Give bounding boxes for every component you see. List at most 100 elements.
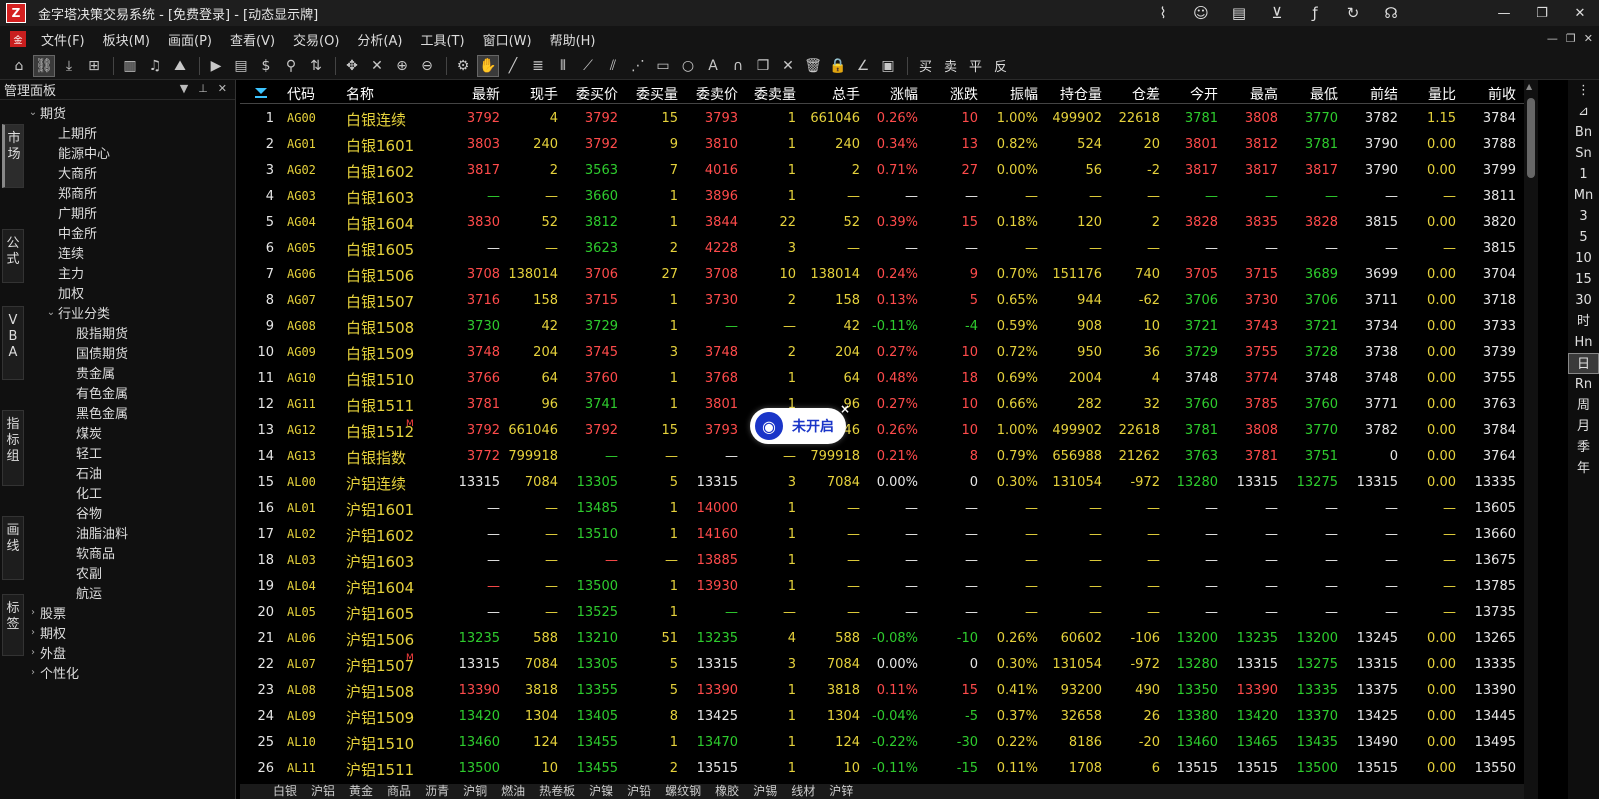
period-月[interactable]: 月: [1568, 416, 1599, 437]
category-tab[interactable]: 热卷板: [532, 784, 582, 798]
table-row[interactable]: 5 AG04 白银1604 3830 52 3812 1 3844 22 52 0.39% 15 0.1…: [240, 210, 1524, 236]
period-年[interactable]: 年: [1568, 458, 1599, 479]
restore-button[interactable]: ❐: [1523, 0, 1561, 26]
table-row[interactable]: 24 AL09 沪铝1509 13420 1304 13405 8 13425 1 1304 -0.…: [240, 704, 1524, 730]
period-季[interactable]: 季: [1568, 437, 1599, 458]
period-3[interactable]: 3: [1568, 206, 1599, 227]
settings-icon[interactable]: ⚙: [452, 55, 474, 77]
collapse-arrow-icon[interactable]: ›: [26, 607, 40, 618]
table-row[interactable]: 1 AG00 白银连续 3792 4 3792 15 3793 1 661046 0.26% 10 1.…: [240, 106, 1524, 132]
grid-icon[interactable]: ⊞: [83, 55, 105, 77]
tree-item[interactable]: ⌄ 期货: [26, 102, 231, 122]
column-header[interactable]: 振幅: [978, 84, 1038, 104]
vtab-2[interactable]: VBA: [2, 306, 24, 380]
panel-close-icon[interactable]: ✕: [218, 82, 227, 95]
column-header[interactable]: 最高: [1218, 84, 1278, 104]
table-row[interactable]: 7 AG06 白银1506 3708 138014 3706 27 3708 10 138014 0…: [240, 262, 1524, 288]
mdi-restore-button[interactable]: ❐: [1566, 32, 1576, 45]
table-row[interactable]: 21 AL06 沪铝1506 13235 588 13210 51 13235 4 588 -0.0…: [240, 626, 1524, 652]
period-Mn[interactable]: Mn: [1568, 185, 1599, 206]
tree-item[interactable]: 国债期货: [26, 342, 231, 362]
column-header[interactable]: 委卖价: [678, 84, 738, 104]
menu-trade[interactable]: 交易(O): [284, 30, 348, 49]
tree-item[interactable]: 广期所: [26, 202, 231, 222]
vtab-4[interactable]: 画线: [2, 516, 24, 580]
tree-item[interactable]: 中金所: [26, 222, 231, 242]
bell-icon[interactable]: ♫: [144, 55, 166, 77]
tree-item[interactable]: 农副: [26, 562, 231, 582]
tree-item[interactable]: 有色金属: [26, 382, 231, 402]
tree-item[interactable]: 连续: [26, 242, 231, 262]
tree-item[interactable]: › 期权: [26, 622, 231, 642]
mdi-close-button[interactable]: ✕: [1584, 32, 1593, 45]
vertical-lines-icon[interactable]: ⦀: [552, 55, 574, 77]
menu-window[interactable]: 窗口(W): [474, 30, 541, 49]
period-周[interactable]: 周: [1568, 395, 1599, 416]
headset-icon[interactable]: ☊: [1379, 1, 1403, 25]
reverse-button[interactable]: 反: [994, 56, 1007, 75]
column-header[interactable]: 最新: [438, 84, 500, 104]
sort-dropdown-icon[interactable]: [255, 88, 267, 94]
column-header[interactable]: 总手: [796, 84, 860, 104]
user-icon[interactable]: ☺: [1189, 1, 1213, 25]
fibonacci-icon[interactable]: ≣: [527, 55, 549, 77]
column-header[interactable]: 委买量: [618, 84, 678, 104]
circle-icon[interactable]: ○: [677, 55, 699, 77]
period-Hn[interactable]: Hn: [1568, 332, 1599, 353]
tree-item[interactable]: 上期所: [26, 122, 231, 142]
tree-item[interactable]: 黑色金属: [26, 402, 231, 422]
menu-screen[interactable]: 画面(P): [159, 30, 221, 49]
column-header[interactable]: 名称: [346, 84, 436, 104]
vtab-3[interactable]: 指标组: [2, 410, 24, 486]
download-icon[interactable]: ⤓: [58, 55, 80, 77]
refresh-icon[interactable]: ↻: [1341, 1, 1365, 25]
menu-file[interactable]: 文件(F): [32, 30, 94, 49]
minimize-button[interactable]: —: [1485, 0, 1523, 26]
table-row[interactable]: 13AG12白银1512M379266104637921537931661046…: [240, 418, 1524, 444]
column-header[interactable]: 涨幅: [858, 84, 918, 104]
category-tab[interactable]: 线材: [784, 784, 822, 798]
column-header[interactable]: 委买价: [558, 84, 618, 104]
tree-item[interactable]: ⌄ 行业分类: [26, 302, 231, 322]
table-row[interactable]: 10 AG09 白银1509 3748 204 3745 3 3748 2 204 0.27% 10 0…: [240, 340, 1524, 366]
copy-icon[interactable]: ❐: [752, 55, 774, 77]
home-icon[interactable]: ⌂: [8, 55, 30, 77]
scroll-up-icon[interactable]: ▲: [1526, 82, 1532, 91]
category-tab[interactable]: 商品: [380, 784, 418, 798]
category-tab[interactable]: 白银: [266, 784, 304, 798]
tree-item[interactable]: 加权: [26, 282, 231, 302]
table-scrollbar[interactable]: ▲: [1524, 80, 1538, 799]
collapse-arrow-icon[interactable]: ›: [26, 627, 40, 638]
candlestick-icon[interactable]: ▥: [119, 55, 141, 77]
column-header[interactable]: 代码: [287, 84, 347, 104]
sort-icon[interactable]: ⇅: [305, 55, 327, 77]
lock-icon[interactable]: 🔒: [827, 55, 849, 77]
period-30[interactable]: 30: [1568, 290, 1599, 311]
column-header[interactable]: 最低: [1278, 84, 1338, 104]
panel-pin-icon[interactable]: ⊥: [198, 82, 208, 95]
table-row[interactable]: 9 AG08 白银1508 3730 42 3729 1 — — 42 -0.11% -4 0.59% 9…: [240, 314, 1524, 340]
pen-icon[interactable]: ∠: [852, 55, 874, 77]
column-header[interactable]: 仓差: [1100, 84, 1160, 104]
notes-icon[interactable]: ▤: [230, 55, 252, 77]
parallel-lines-icon[interactable]: ⫽: [602, 55, 624, 77]
cart-icon[interactable]: ⊻: [1265, 1, 1289, 25]
rectangle-icon[interactable]: ▭: [652, 55, 674, 77]
menu-analysis[interactable]: 分析(A): [348, 30, 411, 49]
table-row[interactable]: 3 AG02 白银1602 3817 2 3563 7 4016 1 2 0.71% 27 0.00% 5…: [240, 158, 1524, 184]
move-icon[interactable]: ✥: [341, 55, 363, 77]
menu-help[interactable]: 帮助(H): [541, 30, 605, 49]
link-icon[interactable]: ⛓: [33, 54, 55, 77]
menu-tools[interactable]: 工具(T): [411, 30, 473, 49]
category-tab[interactable]: 沪镍: [582, 784, 620, 798]
tree-item[interactable]: 主力: [26, 262, 231, 282]
table-row[interactable]: 16 AL01 沪铝1601 — — 13485 1 14000 1 — — — — — — — — — — — 136…: [240, 496, 1524, 522]
period-15[interactable]: 15: [1568, 269, 1599, 290]
category-tab[interactable]: 黄金: [342, 784, 380, 798]
period-时[interactable]: 时: [1568, 311, 1599, 332]
magnet-icon[interactable]: ∩: [727, 55, 749, 77]
expand-arrow-icon[interactable]: ⌄: [26, 107, 40, 118]
column-header[interactable]: 涨跌: [918, 84, 978, 104]
expand-arrow-icon[interactable]: ⌄: [44, 307, 58, 318]
column-header[interactable]: 量比: [1398, 84, 1456, 104]
